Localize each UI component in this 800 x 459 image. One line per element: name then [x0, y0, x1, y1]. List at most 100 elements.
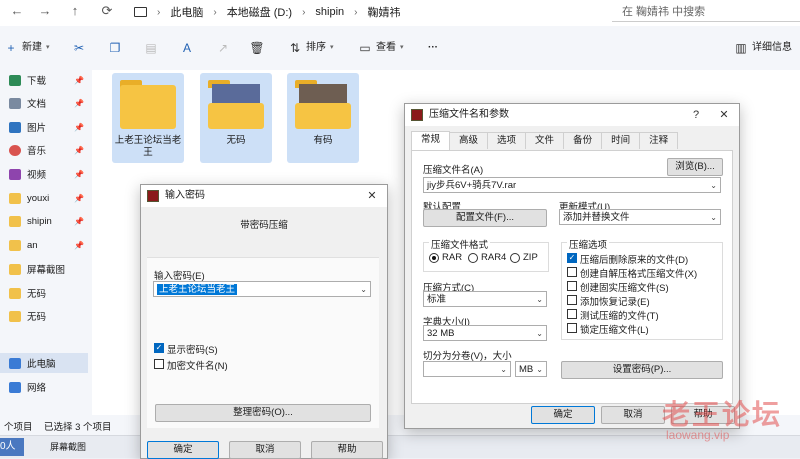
split-size-field[interactable]: ⌄ [423, 361, 511, 377]
video-icon [9, 168, 21, 180]
winrar-icon [147, 190, 159, 202]
search-input[interactable]: 在 鞠婧祎 中搜索 [612, 3, 800, 22]
rename-button[interactable]: A [180, 38, 194, 58]
password-dialog: 输入密码 ✕ 带密码压缩 输入密码(E) 上老王论坛当老王 ⌄ ✓ 显示密码(S… [140, 184, 388, 459]
sidebar-item-wuma[interactable]: 无码 [0, 283, 88, 303]
taskbar-item[interactable]: 屏幕截图 [50, 440, 86, 453]
tab-backup[interactable]: 备份 [563, 132, 603, 149]
ok-button[interactable]: 确定 [531, 406, 595, 424]
sidebar-item-videos[interactable]: 视频 📌 [0, 164, 88, 184]
sidebar-item-downloads[interactable]: 下载 📌 [0, 70, 88, 90]
tab-advanced[interactable]: 高级 [449, 132, 489, 149]
folder-item[interactable]: 无码 [200, 73, 272, 163]
archive-dialog: 压缩文件名和参数 ? ✕ 常规 高级 选项 文件 备份 时间 注释 压缩文件名(… [404, 103, 740, 429]
split-unit-select[interactable]: MB ⌄ [515, 361, 547, 377]
delete-after-checkbox[interactable]: ✓ [567, 253, 577, 263]
dictionary-select[interactable]: 32 MB ⌄ [423, 325, 547, 341]
view-button[interactable]: ▭ 查看 ▾ [358, 38, 403, 58]
ok-button[interactable]: 确定 [147, 441, 219, 459]
sidebar-item-an[interactable]: an 📌 [0, 235, 88, 255]
folder-icon [120, 85, 176, 129]
set-password-button[interactable]: 设置密码(P)... [561, 361, 723, 379]
lock-archive-label: 锁定压缩文件(L) [580, 325, 649, 336]
chevron-down-icon[interactable]: ⌄ [360, 282, 367, 298]
breadcrumb-item[interactable]: shipin [315, 6, 344, 18]
taskbar-badge: 0人 [0, 438, 24, 456]
format-rar4-radio[interactable] [468, 253, 478, 263]
breadcrumb-item[interactable]: 此电脑 [170, 4, 203, 20]
share-button[interactable]: ↗ [216, 38, 230, 58]
sidebar-item-shipin[interactable]: shipin 📌 [0, 211, 88, 231]
cancel-button[interactable]: 取消 [601, 406, 665, 424]
chevron-down-icon: ⌄ [536, 295, 543, 304]
sidebar-item-wuma[interactable]: 无码 [0, 306, 88, 326]
folder-item[interactable]: 有码 [287, 73, 359, 163]
encrypt-names-checkbox[interactable] [154, 359, 164, 369]
help-icon[interactable]: ? [683, 104, 709, 126]
chevron-right-icon: › [302, 6, 306, 18]
refresh-icon[interactable]: ⟳ [96, 0, 118, 22]
method-select[interactable]: 标准 ⌄ [423, 291, 547, 307]
chevron-down-icon[interactable]: ⌄ [710, 178, 717, 194]
update-mode-value: 添加并替换文件 [563, 212, 630, 223]
pin-icon: 📌 [74, 122, 84, 132]
more-button[interactable]: ··· [428, 38, 438, 58]
show-password-checkbox[interactable]: ✓ [154, 343, 164, 353]
encrypt-names-label: 加密文件名(N) [167, 361, 228, 372]
forward-icon[interactable]: → [34, 0, 56, 22]
tab-options[interactable]: 选项 [487, 132, 527, 149]
paste-button[interactable]: ▤ [144, 38, 158, 58]
copy-button[interactable]: ❐ [108, 38, 122, 58]
folder-item[interactable]: 上老王论坛当老王 [112, 73, 184, 163]
lock-archive-checkbox[interactable] [567, 323, 577, 333]
breadcrumb-item[interactable]: 鞠婧祎 [368, 4, 401, 20]
chevron-down-icon: ▾ [330, 44, 334, 51]
organize-passwords-button[interactable]: 整理密码(O)... [155, 404, 371, 422]
sidebar-item-music[interactable]: 音乐 📌 [0, 140, 88, 160]
sfx-checkbox[interactable] [567, 267, 577, 277]
close-icon[interactable]: ✕ [359, 185, 385, 207]
solid-label: 创建固实压缩文件(S) [580, 283, 669, 294]
folder-icon [9, 239, 21, 251]
sidebar-item-label: 下载 [27, 76, 47, 87]
sidebar-item-network[interactable]: 网络 [0, 377, 88, 397]
view-icon: ▭ [359, 41, 371, 55]
sidebar-item-label: an [27, 239, 38, 251]
cut-button[interactable]: ✂ [72, 38, 86, 58]
tab-time[interactable]: 时间 [601, 132, 641, 149]
sidebar-item-youxi[interactable]: youxi 📌 [0, 188, 88, 208]
update-mode-select[interactable]: 添加并替换文件 ⌄ [559, 209, 721, 225]
recovery-record-checkbox[interactable] [567, 295, 577, 305]
archive-name-field[interactable]: jiy步兵6V+骑兵7V.rar ⌄ [423, 177, 721, 193]
format-zip-radio[interactable] [510, 253, 520, 263]
tab-general[interactable]: 常规 [411, 131, 451, 150]
details-button[interactable]: ▥ 详细信息 [734, 38, 792, 58]
browse-button[interactable]: 浏览(B)... [667, 158, 723, 176]
archive-name-value: jiy步兵6V+骑兵7V.rar [427, 180, 517, 191]
profiles-button[interactable]: 配置文件(F)... [423, 209, 547, 227]
format-zip-label: ZIP [523, 252, 538, 263]
chevron-right-icon: › [354, 6, 358, 18]
sidebar-item-screenshots[interactable]: 屏幕截图 [0, 259, 88, 279]
sort-button[interactable]: ⇅ 排序 ▾ [288, 38, 334, 58]
cancel-button[interactable]: 取消 [229, 441, 301, 459]
back-icon[interactable]: ← [6, 0, 28, 22]
format-rar-radio[interactable] [429, 253, 439, 263]
close-icon[interactable]: ✕ [711, 104, 737, 126]
solid-checkbox[interactable] [567, 281, 577, 291]
tab-files[interactable]: 文件 [525, 132, 565, 149]
delete-button[interactable]: 🗑 [249, 38, 264, 58]
up-icon[interactable]: ↑ [64, 0, 86, 22]
sidebar-item-label: shipin [27, 215, 52, 227]
sidebar-item-label: 屏幕截图 [27, 265, 66, 276]
test-archive-checkbox[interactable] [567, 309, 577, 319]
sidebar-item-documents[interactable]: 文档 📌 [0, 93, 88, 113]
breadcrumb-item[interactable]: 本地磁盘 (D:) [227, 4, 292, 20]
help-button[interactable]: 帮助 [311, 441, 383, 459]
password-field[interactable]: 上老王论坛当老王 ⌄ [153, 281, 371, 297]
tab-comment[interactable]: 注释 [639, 132, 679, 149]
sidebar-item-this-pc[interactable]: 此电脑 [0, 353, 88, 373]
sidebar-item-pictures[interactable]: 图片 📌 [0, 117, 88, 137]
new-button[interactable]: + 新建 ▾ [4, 38, 49, 58]
pin-icon: 📌 [74, 169, 84, 179]
